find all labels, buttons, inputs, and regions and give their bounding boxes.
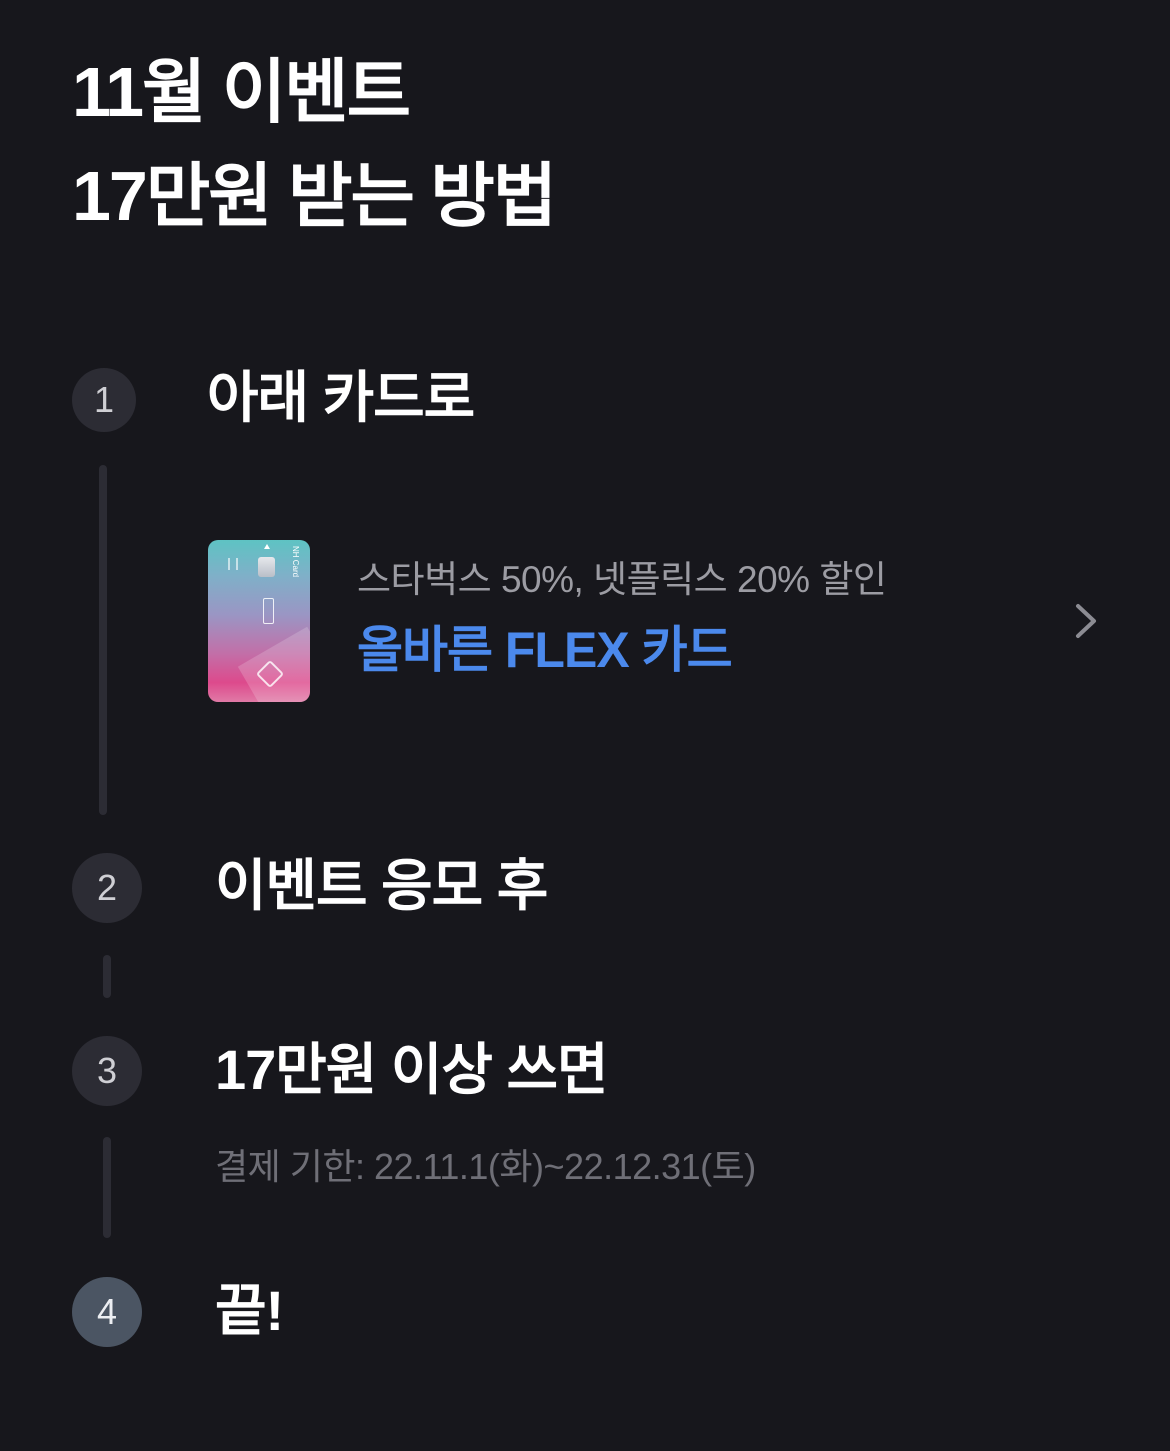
title-line-2: 17만원 받는 방법 xyxy=(72,157,557,235)
chevron-right-icon[interactable] xyxy=(1073,600,1099,642)
card-arrow-icon xyxy=(264,544,270,549)
card-link-row[interactable]: NH Card 스타벅스 50%, 넷플릭스 20% 할인 올바른 FLEX 카… xyxy=(200,530,1120,710)
step-4-label: 끝! xyxy=(215,1279,284,1342)
title-line-1: 11월 이벤트 xyxy=(72,53,411,131)
step-3-label: 17만원 이상 쓰면 xyxy=(215,1038,609,1101)
step-2-label: 이벤트 응모 후 xyxy=(215,854,548,917)
card-signal-icon xyxy=(228,558,238,570)
step-2-number: 2 xyxy=(72,853,142,923)
step-4-number: 4 xyxy=(72,1277,142,1347)
step-1-number: 1 xyxy=(72,368,136,432)
step-connector-1 xyxy=(99,465,107,815)
credit-card-image: NH Card xyxy=(208,540,310,702)
step-3-number: 3 xyxy=(72,1036,142,1106)
step-connector-3 xyxy=(103,1137,111,1238)
step-connector-2 xyxy=(103,955,111,998)
payment-deadline-note: 결제 기한: 22.11.1(화)~22.12.31(토) xyxy=(215,1146,756,1187)
page-title: 11월 이벤트 17만원 받는 방법 xyxy=(72,40,557,248)
card-mark-icon xyxy=(263,598,274,624)
card-name-link[interactable]: 올바른 FLEX 카드 xyxy=(357,618,733,682)
step-1-label: 아래 카드로 xyxy=(207,366,475,429)
card-benefit-text: 스타벅스 50%, 넷플릭스 20% 할인 xyxy=(357,559,887,600)
card-brand: NH Card xyxy=(291,546,300,578)
event-page: 11월 이벤트 17만원 받는 방법 1 아래 카드로 NH Card 스타벅스… xyxy=(0,0,1170,1451)
card-chip-icon xyxy=(258,557,275,577)
